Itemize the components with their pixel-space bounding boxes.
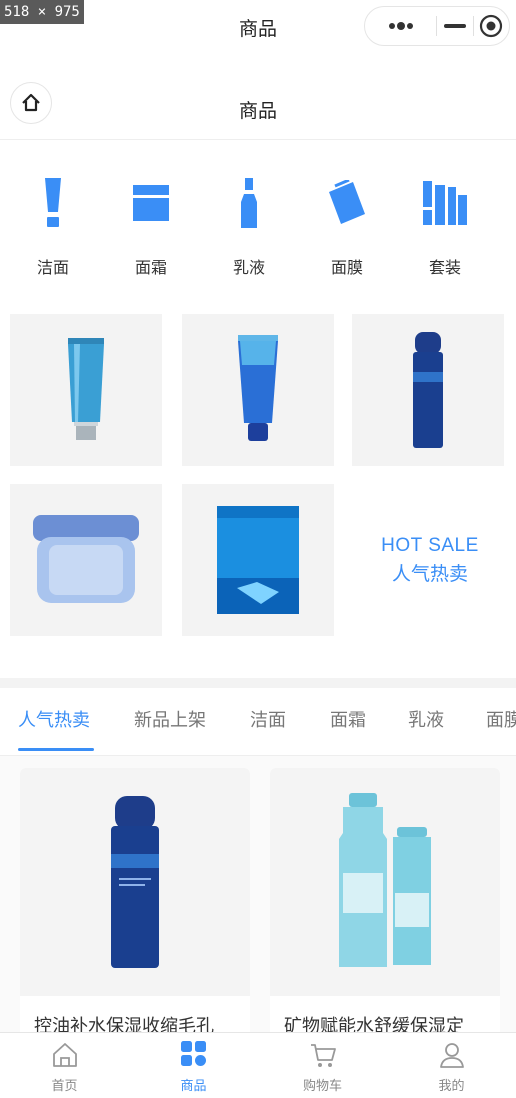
tabbar-label: 我的: [438, 1079, 465, 1094]
tabbar-products[interactable]: 商品: [129, 1033, 258, 1098]
section-divider: [0, 678, 516, 688]
hot-sale-english: HOT SALE: [381, 534, 479, 556]
bottle-product-image: [111, 796, 159, 968]
miniprogram-capsule: [364, 6, 510, 46]
category-cleanser[interactable]: 洁面: [4, 170, 102, 280]
mask-pack-product-image: [217, 506, 299, 614]
tab-mask[interactable]: 面膜: [486, 706, 516, 732]
tabbar-me[interactable]: 我的: [387, 1033, 516, 1098]
bottle-product-image: [413, 332, 443, 448]
category-label: 面膜: [330, 258, 363, 277]
minimize-icon: [443, 24, 466, 28]
category-label: 套装: [428, 258, 461, 277]
product-card-image: [20, 768, 250, 996]
tab-lotion[interactable]: 乳液: [408, 706, 444, 732]
tube-product-image: [68, 338, 104, 440]
product-card[interactable]: 控油补水保湿收缩毛孔: [20, 768, 250, 1058]
tabbar-label: 首页: [51, 1079, 78, 1094]
grid-icon: [180, 1041, 206, 1066]
minimize-button[interactable]: [437, 6, 473, 46]
bottle-set-product-image: [339, 793, 431, 967]
product-card-image: [270, 768, 500, 996]
category-label: 乳液: [232, 258, 265, 277]
page-title: 商品: [238, 100, 277, 122]
tabbar-label: 商品: [180, 1079, 207, 1094]
more-dots-icon: [388, 22, 413, 30]
more-button[interactable]: [365, 6, 436, 46]
close-miniprogram-button[interactable]: [473, 6, 509, 46]
category-nav: 洁面 面霜 乳液 面膜 套装: [0, 170, 516, 280]
category-lotion[interactable]: 乳液: [200, 170, 298, 280]
tube-product-image: [238, 335, 278, 441]
product-tile-cream-jar[interactable]: [10, 484, 162, 636]
set-icon: [423, 181, 467, 225]
product-filter-tabs: 人气热卖 新品上架 洁面 面霜 乳液 面膜: [0, 688, 516, 756]
product-tile-cleanser-tube[interactable]: [10, 314, 162, 466]
hot-sale-banner[interactable]: HOT SALE 人气热卖: [352, 484, 508, 636]
product-card[interactable]: 矿物赋能水舒缓保湿定: [270, 768, 500, 1058]
tab-cleanser[interactable]: 洁面: [250, 706, 286, 732]
home-icon: [52, 1043, 77, 1067]
tab-new-arrivals[interactable]: 新品上架: [134, 706, 206, 732]
tab-hot-sale[interactable]: 人气热卖: [18, 706, 90, 732]
mask-icon: [329, 180, 365, 224]
user-icon: [439, 1043, 464, 1068]
product-grid: HOT SALE 人气热卖: [0, 312, 516, 642]
category-mask[interactable]: 面膜: [298, 170, 396, 280]
screenshot-dimension-label: 518 × 975: [0, 0, 84, 24]
category-set[interactable]: 套装: [396, 170, 494, 280]
cream-icon: [133, 185, 169, 221]
hot-sale-chinese: 人气热卖: [391, 562, 468, 585]
page-header: 商品: [0, 78, 516, 140]
jar-product-image: [33, 515, 139, 603]
product-list: 控油补水保湿收缩毛孔 矿物赋能水舒缓保湿定: [0, 756, 516, 1058]
tabbar-home[interactable]: 首页: [0, 1033, 129, 1098]
tab-cream[interactable]: 面霜: [330, 706, 366, 732]
product-tile-toner-bottle[interactable]: [352, 314, 504, 466]
category-label: 面霜: [134, 258, 167, 277]
tabbar-cart[interactable]: 购物车: [258, 1033, 387, 1098]
page: 518 × 975 商品 商品 洁面 面霜 乳液 面膜 套装 HOT SALE …: [0, 0, 516, 1098]
active-tab-indicator: [18, 748, 94, 751]
category-cream[interactable]: 面霜: [102, 170, 200, 280]
cleanser-icon: [45, 178, 61, 227]
lotion-icon: [241, 178, 257, 228]
target-close-icon: [480, 14, 503, 38]
category-label: 洁面: [36, 258, 69, 277]
cart-icon: [310, 1044, 336, 1067]
tabbar-label: 购物车: [302, 1079, 342, 1094]
product-tile-face-mask[interactable]: [182, 484, 334, 636]
product-tile-facial-wash[interactable]: [182, 314, 334, 466]
bottom-tabbar: 首页 商品 购物车 我的: [0, 1032, 516, 1098]
